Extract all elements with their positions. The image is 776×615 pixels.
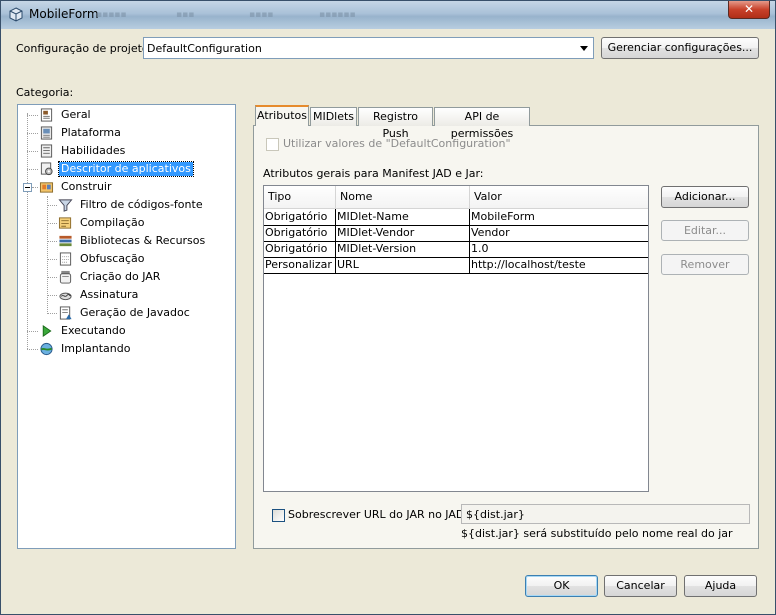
tree-item-label: Plataforma [61,126,121,139]
attributes-table[interactable]: Tipo Nome Valor Obrigatório MIDlet-Name Mo… [263,185,649,492]
cell-tipo[interactable]: Personalizar [264,257,336,273]
javadoc-icon [59,306,72,320]
tree-item-label: Filtro de códigos-fonte [80,198,203,211]
tree-item-label: Criação do JAR [80,270,161,283]
override-url-label: Sobrescrever URL do JAR no JAD: [288,508,469,521]
config-value: DefaultConfiguration [147,42,262,55]
tab-api-permissoes[interactable]: API de permissões [434,107,530,140]
cube-icon [9,7,23,22]
signature-icon [59,292,72,301]
use-default-checkbox[interactable] [266,138,279,151]
tree-item-label: Descritor de aplicativos [58,161,194,177]
remove-button-label: Remover [680,258,730,271]
descriptor-icon [40,162,53,176]
cell-valor[interactable]: Vendor [470,225,648,241]
cell-nome[interactable]: MIDlet-Vendor [336,225,470,241]
column-header-tipo[interactable]: Tipo [264,186,336,208]
jar-url-field[interactable]: ${dist.jar} [461,504,750,524]
table-row[interactable]: Personalizar URL http://localhost/teste [264,257,648,274]
tree-item-label: Compilação [80,216,145,229]
filter-icon [58,199,73,212]
add-button[interactable]: Adicionar... [661,186,749,208]
obfuscation-icon [59,252,72,266]
window-title: MobileForm [29,7,99,21]
close-icon: ✕ [743,2,755,16]
cell-nome[interactable]: MIDlet-Version [336,241,470,257]
table-header: Tipo Nome Valor [264,186,648,209]
tree-item-label: Geração de Javadoc [80,306,190,319]
tab-midlets[interactable]: MIDlets [310,107,357,126]
add-button-label: Adicionar... [674,190,736,203]
title-bar[interactable]: MobileForm ▪▪▪▪▪ ▪▪▪ ▪▪▪▪ ▪▪▪▪▪▪ ✕ [1,1,775,29]
compile-icon [58,217,72,229]
tree-item-label: Obfuscação [80,252,145,265]
cell-tipo[interactable]: Obrigatório [264,209,336,225]
cell-valor[interactable]: http://localhost/teste [470,257,648,273]
run-icon [42,324,52,338]
chevron-down-icon[interactable] [580,46,588,51]
category-label: Categoria: [16,86,74,99]
tree-item-label: Bibliotecas & Recursos [80,234,206,247]
tab-atributos[interactable]: Atributos [255,105,309,126]
cell-tipo[interactable]: Obrigatório [264,241,336,257]
jar-url-value: ${dist.jar} [466,508,525,521]
cell-tipo[interactable]: Obrigatório [264,225,336,241]
table-row[interactable]: Obrigatório MIDlet-Version 1.0 [264,241,648,258]
remove-button[interactable]: Remover [661,254,749,275]
column-header-nome[interactable]: Nome [336,186,470,208]
libraries-icon [59,235,72,247]
tab-registro-push[interactable]: Registro Push [358,107,433,140]
use-default-label: Utilizar valores de "DefaultConfiguratio… [283,137,511,150]
section-label: Atributos gerais para Manifest JAD e Jar… [263,167,484,180]
tree-item-label: Executando [61,324,126,337]
deploy-icon [40,342,53,356]
platform-icon [40,126,53,140]
column-header-valor[interactable]: Valor [470,186,648,208]
override-url-checkbox[interactable] [272,509,285,522]
collapse-toggle-construir[interactable] [23,183,32,192]
tree-item-label: Implantando [61,342,131,355]
tree-item-label: Assinatura [80,288,139,301]
cell-nome[interactable]: URL [336,257,470,273]
edit-button[interactable]: Editar... [661,220,749,241]
tree-item-label: Habilidades [61,144,126,157]
jar-icon [59,270,72,284]
document-icon [40,108,53,122]
ok-button[interactable]: OK [525,575,598,597]
table-row[interactable]: Obrigatório MIDlet-Vendor Vendor [264,225,648,242]
manage-configurations-button[interactable]: Gerenciar configurações... [601,37,759,59]
config-combobox[interactable]: DefaultConfiguration [143,37,594,59]
tree-item-label: Geral [61,108,91,121]
config-label: Configuração de projeto: [16,42,153,55]
jar-url-hint: ${dist.jar} será substituído pelo nome r… [461,527,733,540]
edit-button-label: Editar... [683,224,727,237]
help-button[interactable]: Ajuda [684,575,757,597]
abilities-icon [40,144,53,158]
build-icon [39,182,54,193]
cell-nome[interactable]: MIDlet-Name [336,209,470,225]
cancel-button[interactable]: Cancelar [604,575,677,597]
project-properties-dialog: MobileForm ▪▪▪▪▪ ▪▪▪ ▪▪▪▪ ▪▪▪▪▪▪ ✕ Confi… [0,0,776,615]
table-row[interactable]: Obrigatório MIDlet-Name MobileForm [264,209,648,226]
close-button[interactable]: ✕ [728,1,770,19]
cell-valor[interactable]: 1.0 [470,241,648,257]
tree-item-label: Construir [61,180,112,193]
cell-valor[interactable]: MobileForm [470,209,648,225]
